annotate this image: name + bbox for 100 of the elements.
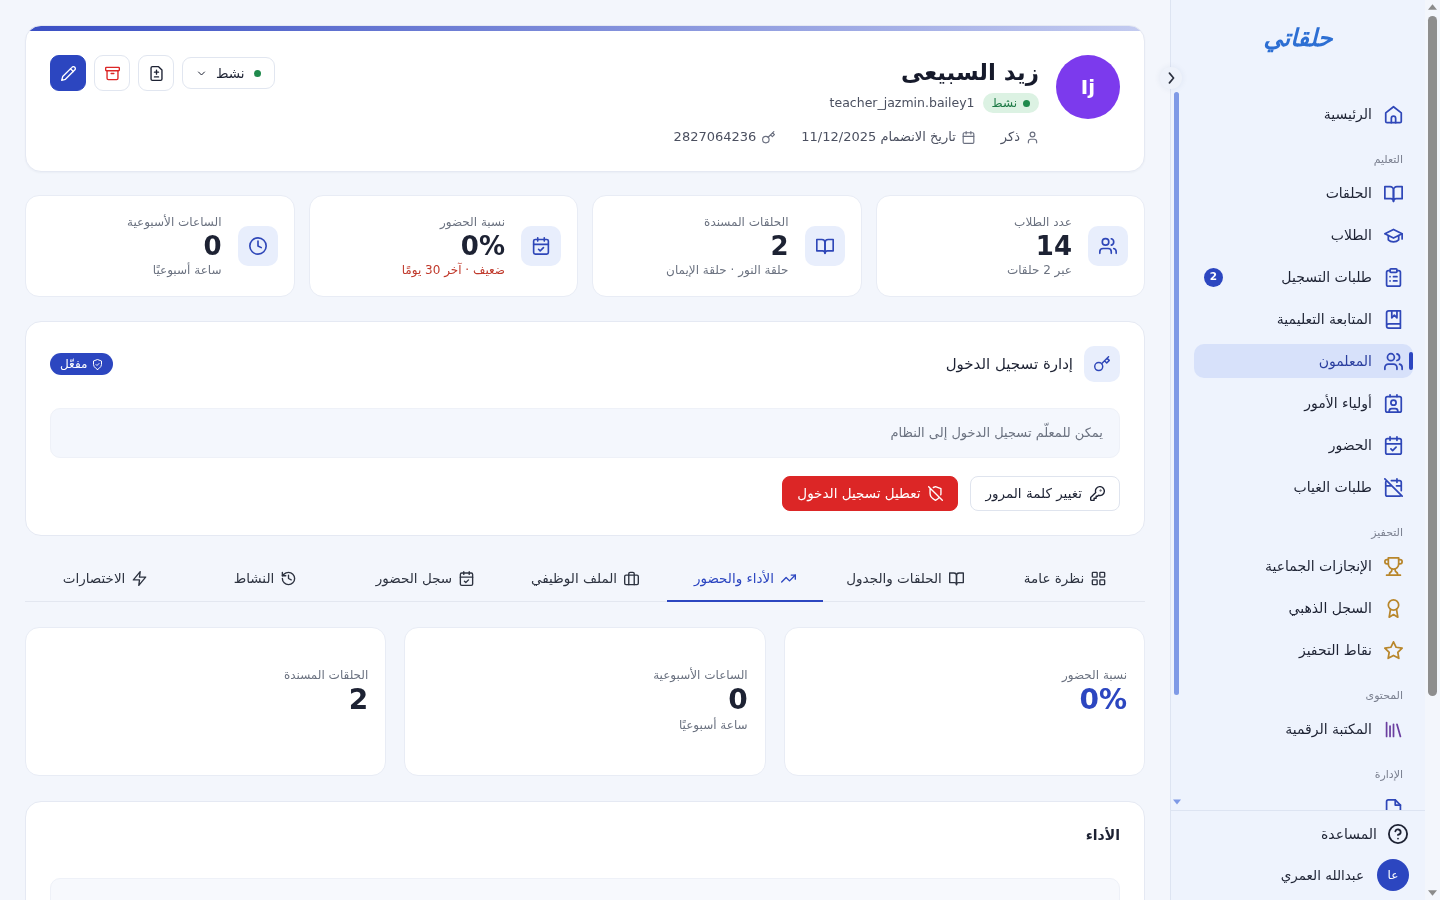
trend-up-icon bbox=[781, 571, 797, 586]
scrollbar-thumb[interactable] bbox=[1428, 16, 1437, 696]
stat-note: عبر 2 حلقات bbox=[1006, 262, 1072, 278]
stat-label: الحلقات المسندة bbox=[703, 214, 789, 230]
stat-value: 0 bbox=[202, 230, 222, 262]
stat-value: 14 bbox=[1034, 230, 1072, 262]
status-text: نشط bbox=[991, 95, 1017, 112]
summary-label: الساعات الأسبوعية bbox=[652, 667, 748, 683]
sidebar-item[interactable]: السجل الذهبي bbox=[1194, 591, 1413, 625]
section-title: إدارة تسجيل الدخول bbox=[945, 353, 1073, 375]
stat-note: ضعيف · آخر 30 يومًا bbox=[401, 262, 505, 278]
scroll-down-icon bbox=[1173, 799, 1181, 805]
key-icon bbox=[1090, 486, 1105, 501]
shield-off-icon bbox=[928, 486, 944, 501]
profile-name: زيد السبيعى bbox=[899, 58, 1039, 88]
sidebar-item[interactable]: نقاط التحفيز bbox=[1194, 633, 1413, 667]
user-name: عبدالله العمري bbox=[1280, 865, 1364, 885]
edit-button[interactable] bbox=[50, 55, 86, 91]
file-plus-icon bbox=[148, 65, 164, 81]
calendar-off-icon bbox=[1384, 477, 1403, 497]
open-book-icon bbox=[948, 571, 964, 586]
section-label: الإدارة bbox=[1373, 767, 1404, 783]
count-badge: 2 bbox=[1204, 267, 1223, 287]
stat-note: ساعة أسبوعيًا bbox=[151, 262, 222, 278]
sidebar-item[interactable]: الحضور bbox=[1194, 428, 1413, 462]
chevron-right-icon bbox=[1166, 72, 1176, 84]
clipboard-list-icon bbox=[1384, 267, 1403, 287]
contact-card-icon bbox=[1384, 393, 1403, 413]
grid-icon bbox=[1091, 571, 1107, 586]
sidebar-item[interactable]: أولياء الأمور bbox=[1194, 386, 1413, 420]
status-text: مفعّل bbox=[60, 356, 88, 373]
sidebar-item[interactable]: الطلاب bbox=[1194, 218, 1413, 252]
briefcase-icon bbox=[624, 571, 640, 586]
scrollbar-thumb[interactable] bbox=[1174, 92, 1179, 695]
tab[interactable]: الملف الوظيفي bbox=[507, 557, 663, 602]
sidebar-item[interactable]: الرئيسية bbox=[1194, 97, 1413, 131]
tab[interactable]: نظرة عامة bbox=[987, 557, 1143, 602]
sidebar-item[interactable]: طلبات الغياب bbox=[1194, 470, 1413, 504]
status-dropdown[interactable]: نشط bbox=[182, 57, 275, 89]
section-label: التعليم bbox=[1372, 152, 1404, 168]
gender-text: ذكر bbox=[1000, 128, 1020, 147]
scroll-down-icon bbox=[1428, 890, 1437, 896]
calendar-check-icon bbox=[521, 226, 561, 266]
summary-label: الحلقات المسندة bbox=[282, 667, 369, 683]
sidebar-item[interactable]: المكتبة الرقمية bbox=[1194, 712, 1413, 746]
shield-check-icon bbox=[92, 358, 104, 370]
star-icon bbox=[1384, 640, 1403, 660]
stat-value: 0% bbox=[459, 230, 505, 262]
tab[interactable]: الاختصارات bbox=[27, 557, 183, 602]
username: teacher_jazmin.bailey1 bbox=[829, 93, 975, 112]
sidebar-item[interactable]: المتابعة التعليمية bbox=[1194, 302, 1413, 336]
home-icon bbox=[1384, 104, 1403, 124]
lightning-icon bbox=[132, 571, 148, 586]
calendar-icon bbox=[961, 130, 975, 144]
archive-button[interactable] bbox=[94, 55, 130, 91]
section-label: المحتوى bbox=[1364, 688, 1404, 704]
summary-note: ساعة أسبوعيًا bbox=[677, 717, 748, 733]
change-password-button[interactable]: تغيير كلمة المرور bbox=[970, 476, 1120, 511]
file-plus-button[interactable] bbox=[138, 55, 174, 91]
history-icon bbox=[281, 571, 297, 586]
key-icon bbox=[762, 130, 776, 144]
stat-label: عدد الطلاب bbox=[1013, 214, 1072, 230]
stat-label: الساعات الأسبوعية bbox=[126, 214, 222, 230]
help-link[interactable]: المساعدة bbox=[1194, 817, 1409, 851]
sidebar-item[interactable]: الحلقات bbox=[1194, 176, 1413, 210]
summary-value: 0 bbox=[727, 683, 748, 717]
summary-value: 2 bbox=[347, 683, 369, 717]
sidebar-item[interactable]: الإنجازات الجماعية bbox=[1194, 549, 1413, 583]
summary-value: 0% bbox=[1078, 683, 1127, 717]
clock-icon bbox=[237, 226, 278, 266]
logo: حلقاتي bbox=[1263, 23, 1333, 55]
stat-note: حلقة النور · حلقة الإيمان bbox=[666, 262, 789, 278]
summary-label: نسبة الحضور bbox=[1060, 667, 1127, 683]
stat-value: 2 bbox=[769, 230, 789, 262]
section-label: التحفيز bbox=[1369, 525, 1404, 541]
user-avatar: عا bbox=[1377, 859, 1409, 891]
sidebar-item[interactable]: المعلمون bbox=[1194, 344, 1413, 378]
disable-login-button[interactable]: تعطيل تسجيل الدخول bbox=[782, 476, 959, 511]
person-icon bbox=[1026, 130, 1039, 144]
join-date-text: تاريخ الانضمام 11/12/2025 bbox=[801, 128, 956, 147]
id-number-text: 2827064236 bbox=[673, 128, 757, 147]
tab[interactable]: سجل الحضور bbox=[347, 557, 503, 602]
stat-label: نسبة الحضور bbox=[438, 214, 505, 230]
status-dot-icon bbox=[1023, 99, 1030, 107]
open-book-icon bbox=[1384, 183, 1403, 203]
open-book-icon bbox=[804, 226, 845, 266]
users-icon bbox=[1088, 226, 1128, 266]
help-icon bbox=[1388, 824, 1408, 844]
calendar-check-icon bbox=[1384, 435, 1403, 455]
scroll-up-icon bbox=[1428, 4, 1437, 10]
trophy-icon bbox=[1384, 556, 1403, 576]
section-title: الأداء bbox=[1084, 826, 1120, 845]
pencil-icon bbox=[60, 65, 76, 81]
tab[interactable]: الأداء والحضور bbox=[667, 557, 823, 602]
status-dot-icon bbox=[253, 69, 261, 77]
tab[interactable]: النشاط bbox=[187, 557, 343, 602]
tab[interactable]: الحلقات والجدول bbox=[827, 557, 983, 602]
avatar: Ij bbox=[1056, 55, 1120, 119]
library-books-icon bbox=[1384, 719, 1403, 739]
calendar-check-icon bbox=[459, 571, 475, 586]
